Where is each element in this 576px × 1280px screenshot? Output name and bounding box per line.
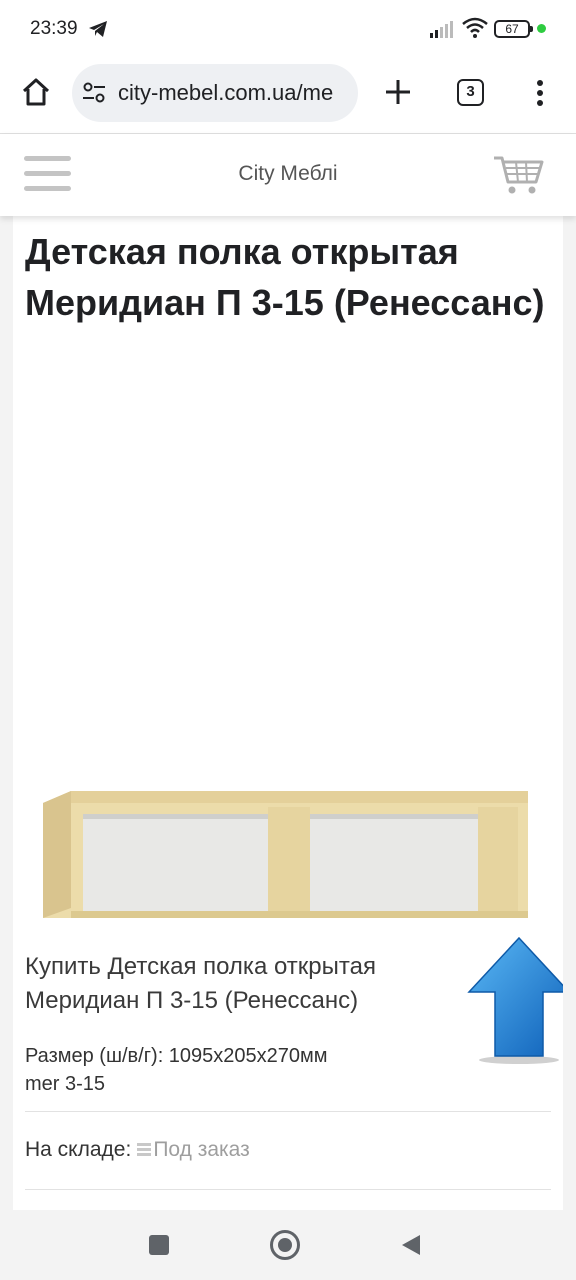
product-card: Детская полка открытая Меридиан П 3-15 (…: [13, 216, 563, 1210]
buy-product-text: Купить Детская полка открытая Меридиан П…: [25, 953, 376, 1014]
home-icon[interactable]: [20, 76, 52, 108]
back-icon[interactable]: [400, 1233, 422, 1257]
site-settings-icon[interactable]: [82, 82, 106, 104]
wifi-icon: [462, 17, 488, 38]
privacy-dot: [537, 24, 546, 33]
divider: [25, 1111, 551, 1112]
telegram-icon: [89, 21, 107, 37]
site-header: City Меблі: [0, 134, 576, 216]
divider: [25, 1189, 551, 1190]
stock-value: Под заказ: [153, 1138, 250, 1161]
scroll-to-top-icon[interactable]: [465, 934, 563, 1064]
list-icon: [137, 1143, 152, 1156]
product-size: Размер (ш/в/г): 1095x205x270мм: [25, 1045, 328, 1067]
home-nav-icon[interactable]: [270, 1230, 300, 1260]
url-text[interactable]: city-mebel.com.ua/me: [118, 80, 333, 106]
address-bar[interactable]: city-mebel.com.ua/me: [72, 64, 358, 122]
system-nav-bar: [0, 1210, 576, 1280]
stock-status: На складе: Под заказ: [25, 1138, 250, 1162]
product-code: mer 3-15: [25, 1073, 106, 1095]
product-title: Детская полка открытая Меридиан П 3-15 (…: [25, 231, 545, 323]
new-tab-icon[interactable]: [384, 78, 412, 106]
recent-apps-icon[interactable]: [149, 1235, 169, 1255]
browser-toolbar: city-mebel.com.ua/me 3: [0, 58, 576, 134]
tab-switcher-button[interactable]: 3: [457, 79, 484, 106]
status-time: 23:39: [30, 18, 78, 39]
cart-icon[interactable]: [492, 152, 544, 196]
battery-icon: 67: [494, 20, 533, 38]
signal-icon: [430, 21, 453, 38]
stock-label: На складе:: [25, 1138, 132, 1161]
product-image[interactable]: [13, 406, 563, 926]
product-details: Размер (ш/в/г): 1095x205x270мм mer 3-15: [25, 1042, 445, 1098]
site-title[interactable]: City Меблі: [0, 162, 576, 186]
more-options-icon[interactable]: [530, 78, 550, 108]
status-bar: 23:39 67: [0, 0, 576, 58]
